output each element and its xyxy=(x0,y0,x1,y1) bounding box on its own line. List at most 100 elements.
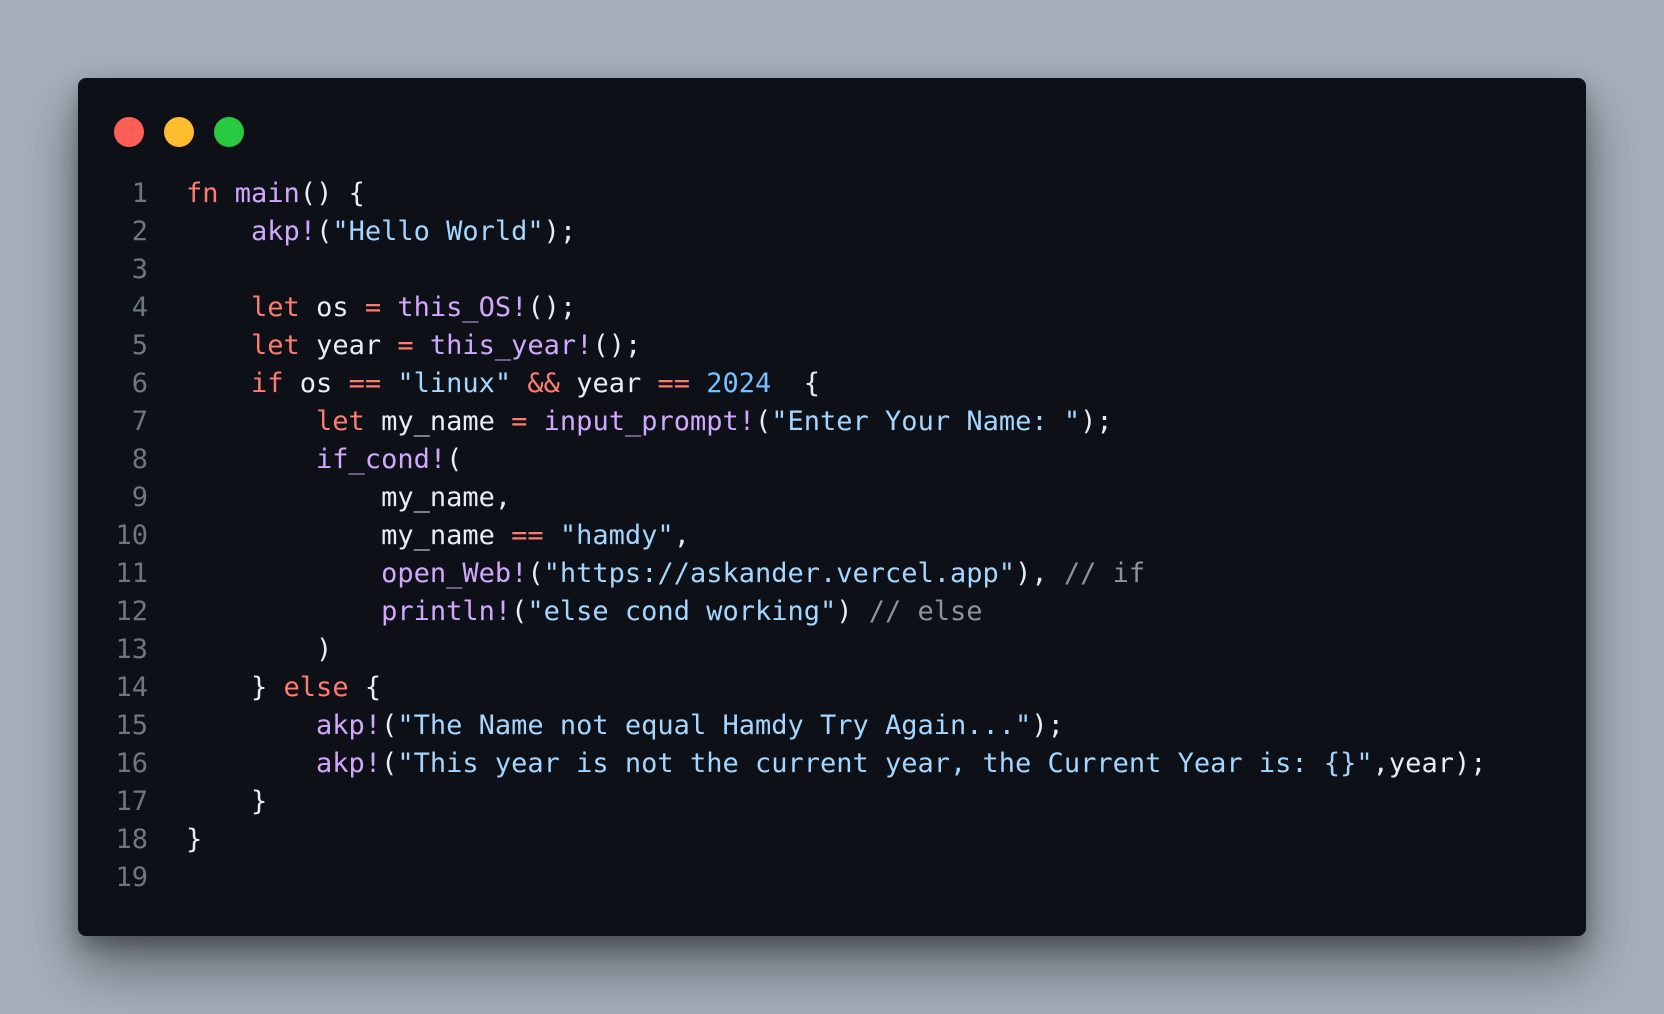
code-token: akp! xyxy=(251,216,317,247)
code-text: akp!("This year is not the current year,… xyxy=(186,745,1486,783)
code-token: "hamdy" xyxy=(559,520,674,551)
code-text: let os = this_OS!(); xyxy=(186,289,576,327)
code-token: fn xyxy=(186,178,219,209)
code-token: && xyxy=(527,368,560,399)
close-dot-icon[interactable] xyxy=(114,117,144,147)
code-line: 11 open_Web!("https://askander.vercel.ap… xyxy=(106,555,1566,593)
code-line: 7 let my_name = input_prompt!("Enter You… xyxy=(106,403,1566,441)
code-text: println!("else cond working") // else xyxy=(186,593,982,631)
code-token: ( xyxy=(446,444,463,475)
code-line: 18} xyxy=(106,821,1566,859)
code-token: ); xyxy=(543,216,577,247)
code-token: main xyxy=(234,178,300,209)
code-text: akp!("Hello World"); xyxy=(186,213,576,251)
code-text: } xyxy=(186,783,267,821)
window-controls xyxy=(114,117,244,147)
line-number: 4 xyxy=(131,292,148,323)
code-token: else xyxy=(283,672,349,703)
code-editor: 1 fn main() {2 akp!("Hello World"); 3 4 let… xyxy=(106,175,1566,897)
code-text: } xyxy=(186,821,202,859)
code-token: my_name xyxy=(364,406,512,437)
code-line: 14 } else { xyxy=(106,669,1566,707)
code-token: ( xyxy=(755,406,772,437)
code-window: 1 fn main() {2 akp!("Hello World"); 3 4 let… xyxy=(78,78,1586,936)
line-number: 8 xyxy=(131,444,148,475)
code-text: if os == "linux" && year == 2024 { xyxy=(186,365,820,403)
code-token: } xyxy=(186,824,203,855)
code-token: "The Name not equal Hamdy Try Again..." xyxy=(397,710,1032,741)
code-token: "This year is not the current year, the … xyxy=(397,748,1373,779)
minimize-dot-icon[interactable] xyxy=(164,117,194,147)
code-line: 15 akp!("The Name not equal Hamdy Try Ag… xyxy=(106,707,1566,745)
line-number: 9 xyxy=(131,482,148,513)
code-token: == xyxy=(348,368,382,399)
code-token: () { xyxy=(299,178,365,209)
code-token: input_prompt! xyxy=(543,406,755,437)
zoom-dot-icon[interactable] xyxy=(214,117,244,147)
code-token: my_name, xyxy=(186,482,512,513)
code-token: ( xyxy=(511,596,528,627)
code-token: this_OS! xyxy=(397,292,528,323)
code-text: my_name, xyxy=(186,479,511,517)
code-token: open_Web! xyxy=(381,558,528,589)
line-number: 6 xyxy=(131,368,148,399)
code-text: if_cond!( xyxy=(186,441,462,479)
code-token: ) xyxy=(186,634,333,665)
code-token: (); xyxy=(592,330,642,361)
code-token: year xyxy=(299,330,398,361)
line-number: 16 xyxy=(115,748,148,779)
code-token: "linux" xyxy=(397,368,512,399)
code-token: } xyxy=(186,672,284,703)
code-token: let xyxy=(316,406,365,437)
code-token: this_year! xyxy=(429,330,593,361)
line-number: 12 xyxy=(115,596,148,627)
code-line: 5 let year = this_year!(); xyxy=(106,327,1566,365)
code-line: 19 xyxy=(106,859,1566,897)
code-token: if_cond! xyxy=(316,444,447,475)
code-token: ( xyxy=(381,748,398,779)
line-number: 17 xyxy=(115,786,148,817)
code-line: 6 if os == "linux" && year == 2024 { xyxy=(106,365,1566,403)
code-token: os xyxy=(299,292,365,323)
code-token: == xyxy=(511,520,544,551)
code-line: 13 ) xyxy=(106,631,1566,669)
code-line: 1 fn main() { xyxy=(106,175,1566,213)
code-token: (); xyxy=(527,292,577,323)
code-text: } else { xyxy=(186,669,381,707)
line-number: 3 xyxy=(131,254,148,285)
line-number: 11 xyxy=(115,558,148,589)
code-token: my_name xyxy=(186,520,512,551)
line-number: 1 xyxy=(131,178,148,209)
code-token: os xyxy=(283,368,349,399)
code-line: 10 my_name == "hamdy", xyxy=(106,517,1566,555)
code-token: "Hello World" xyxy=(332,216,544,247)
code-token: ), xyxy=(1015,558,1064,589)
line-number: 10 xyxy=(115,520,148,551)
code-line: 16 akp!("This year is not the current ye… xyxy=(106,745,1566,783)
code-token: "else cond working" xyxy=(527,596,837,627)
code-token: "https://askander.vercel.app" xyxy=(543,558,1016,589)
code-token: akp! xyxy=(316,748,382,779)
code-text: ) xyxy=(186,631,332,669)
code-token: ); xyxy=(1031,710,1064,741)
code-token: } xyxy=(186,786,268,817)
code-token: = xyxy=(397,330,414,361)
line-number: 15 xyxy=(115,710,148,741)
code-token: let xyxy=(251,330,300,361)
code-token: ,year); xyxy=(1372,748,1487,779)
code-token: ( xyxy=(527,558,544,589)
code-line: 9 my_name, xyxy=(106,479,1566,517)
